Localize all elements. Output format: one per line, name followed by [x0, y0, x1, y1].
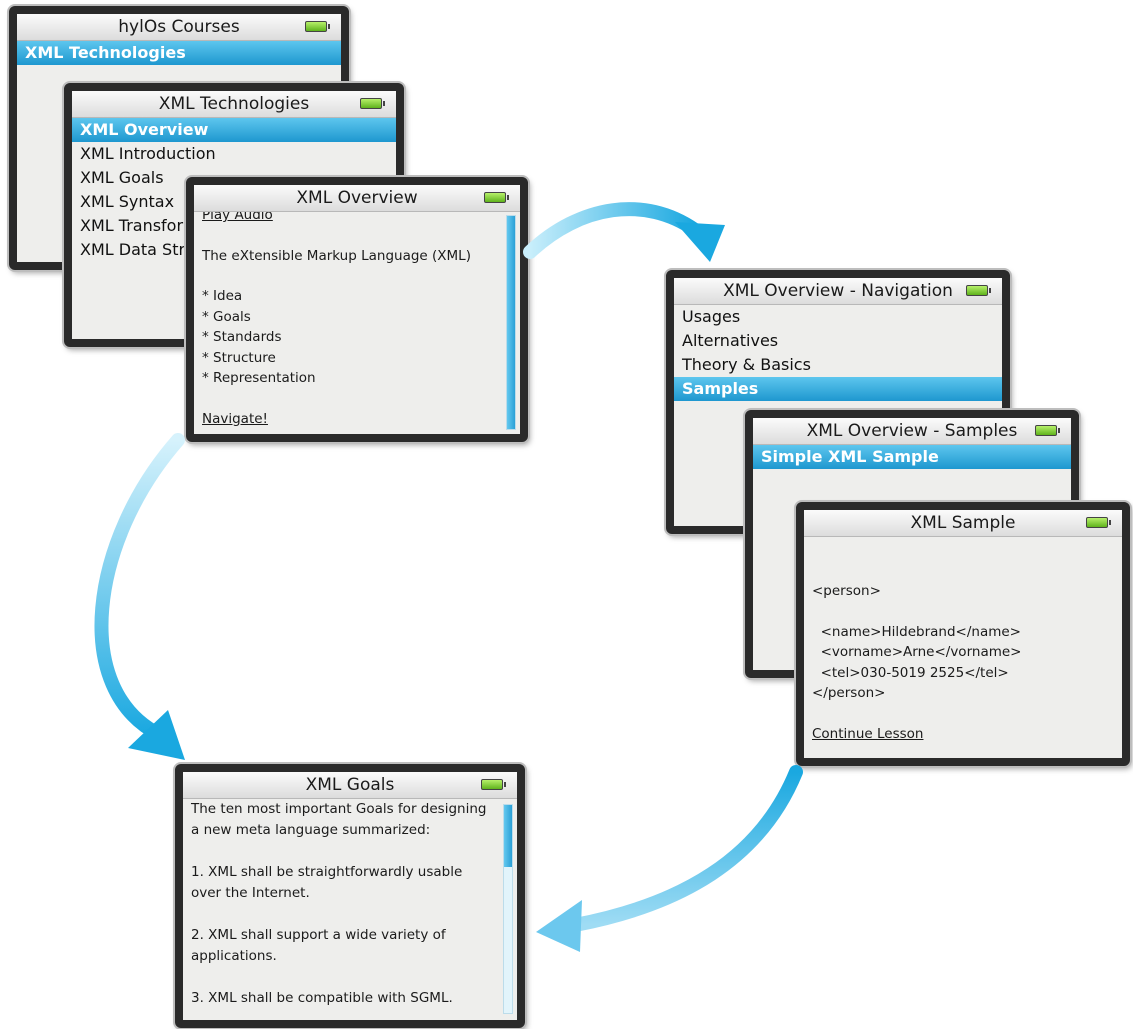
- screen-title: XML Overview: [194, 185, 520, 212]
- menu-item-xml-overview[interactable]: XML Overview: [72, 118, 396, 142]
- battery-icon: [481, 779, 506, 790]
- bullet-standards: * Standards: [202, 329, 282, 345]
- screen-title: XML Goals: [183, 772, 517, 799]
- code-line: <person>: [812, 583, 881, 599]
- code-line: <vorname>Arne</vorname>: [812, 644, 1022, 660]
- scrollbar[interactable]: [503, 804, 513, 1014]
- battery-icon: [305, 21, 330, 32]
- menu-item-samples[interactable]: Samples: [674, 377, 1002, 401]
- arrowhead: [536, 900, 582, 952]
- code-line: <tel>030-5019 2525</tel>: [812, 664, 1009, 681]
- battery-icon: [360, 98, 385, 109]
- overview-intro: The eXtensible Markup Language (XML): [202, 247, 471, 264]
- menu-item-alternatives[interactable]: Alternatives: [674, 329, 1002, 353]
- navigate-link[interactable]: Navigate!: [202, 409, 498, 430]
- bullet-structure: * Structure: [202, 349, 276, 366]
- continue-lesson-link[interactable]: Continue Lesson: [812, 724, 1100, 745]
- arrow-overview-to-goals: [94, 433, 185, 742]
- screen-title: hylOs Courses: [17, 14, 341, 41]
- bullet-representation: * Representation: [202, 370, 316, 386]
- scrollbar[interactable]: [506, 215, 516, 430]
- screen-xml-goals: XML Goals The ten most important Goals f…: [175, 764, 525, 1028]
- scroll-thumb[interactable]: [504, 805, 512, 868]
- battery-icon: [966, 285, 991, 296]
- menu-item-xml-introduction[interactable]: XML Introduction: [72, 142, 396, 166]
- menu-item-xml-technologies[interactable]: XML Technologies: [17, 41, 341, 65]
- arrow-overview-to-navigation: [523, 202, 702, 259]
- screen-xml-sample: XML Sample <person> <name>Hildebrand</na…: [796, 502, 1130, 766]
- battery-icon: [1035, 425, 1060, 436]
- menu-item-usages[interactable]: Usages: [674, 305, 1002, 329]
- goals-intro: The ten most important Goals for designi…: [191, 801, 487, 838]
- bullet-idea: * Idea: [202, 288, 243, 304]
- menu-item-simple-xml-sample[interactable]: Simple XML Sample: [753, 445, 1071, 469]
- menu-item-theory-basics[interactable]: Theory & Basics: [674, 353, 1002, 377]
- code-line: <name>Hildebrand</name>: [812, 623, 1021, 640]
- arrowhead: [675, 222, 725, 262]
- arrowhead: [128, 710, 185, 760]
- battery-icon: [484, 192, 509, 203]
- battery-icon: [1086, 517, 1111, 528]
- screen-xml-overview: XML Overview Play Audio The eXtensible M…: [186, 177, 528, 442]
- scroll-thumb[interactable]: [507, 216, 515, 429]
- arrow-sample-to-goals: [568, 765, 803, 932]
- goal-3: 3. XML shall be compatible with SGML.: [191, 990, 453, 1006]
- goal-1: 1. XML shall be straightforwardly usable…: [191, 864, 463, 901]
- bullet-goals: * Goals: [202, 308, 251, 325]
- screen-title: XML Sample: [804, 510, 1122, 537]
- screen-title: XML Technologies: [72, 91, 396, 118]
- screen-title: XML Overview - Navigation: [674, 278, 1002, 305]
- code-line: </person>: [812, 685, 886, 701]
- goal-2: 2. XML shall support a wide variety of a…: [191, 927, 446, 964]
- screen-title: XML Overview - Samples: [753, 418, 1071, 445]
